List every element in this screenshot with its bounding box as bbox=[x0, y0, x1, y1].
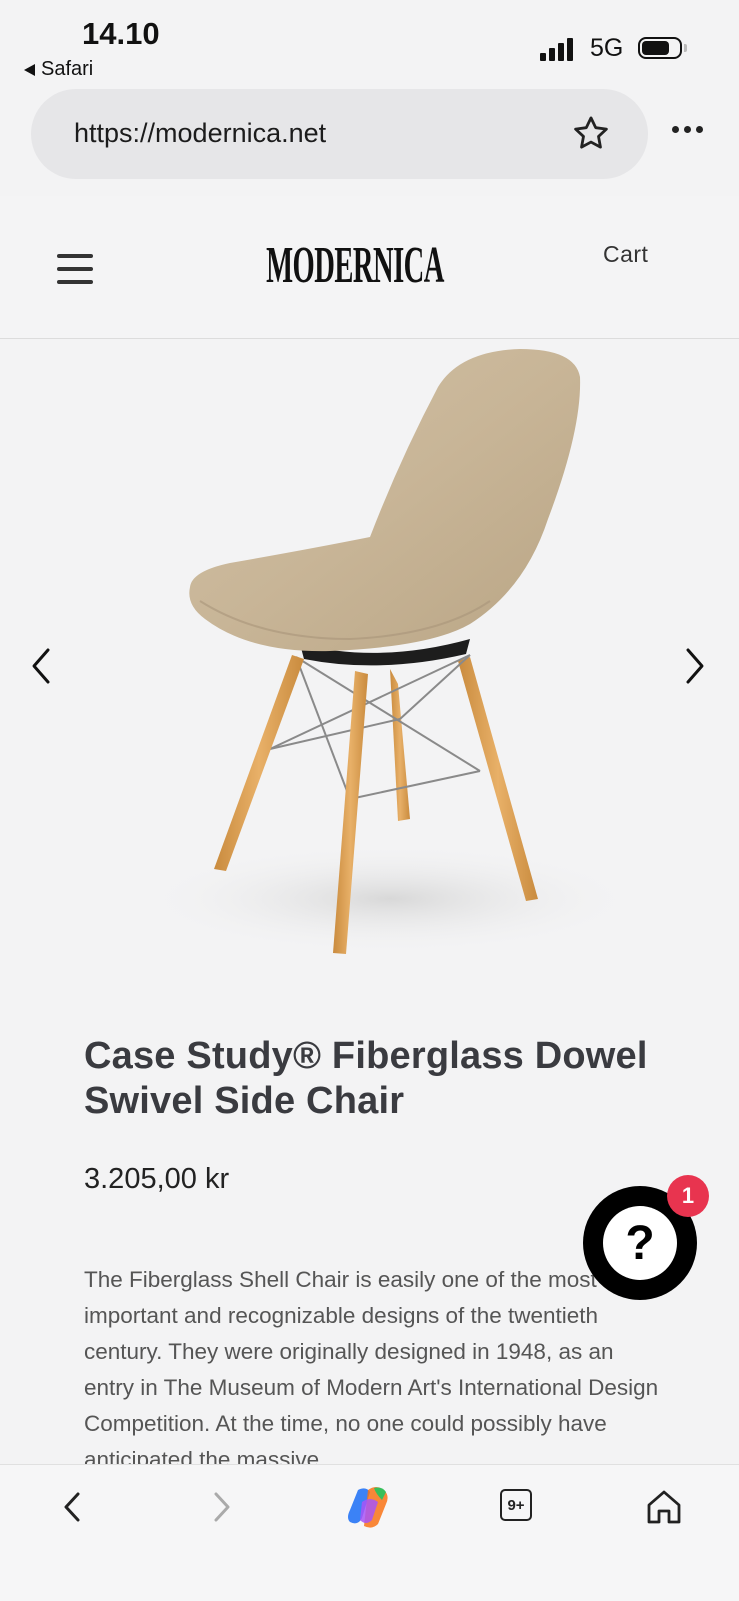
back-triangle-icon bbox=[24, 63, 35, 76]
back-arrow-icon[interactable] bbox=[50, 1484, 96, 1530]
hamburger-menu-icon[interactable] bbox=[57, 254, 93, 284]
signal-icon bbox=[540, 38, 573, 61]
cart-link[interactable]: Cart bbox=[603, 241, 648, 268]
product-title: Case Study® Fiberglass Dowel Swivel Side… bbox=[84, 1035, 648, 1122]
notification-badge: 1 bbox=[667, 1175, 709, 1217]
copilot-icon[interactable] bbox=[344, 1482, 394, 1532]
product-price: 3.205,00 kr bbox=[84, 1163, 230, 1195]
url-text[interactable]: https://modernica.net bbox=[74, 118, 326, 149]
previous-image-arrow-icon[interactable] bbox=[26, 646, 62, 686]
network-label: 5G bbox=[590, 34, 624, 62]
next-image-arrow-icon[interactable] bbox=[680, 646, 716, 686]
bookmark-star-icon[interactable] bbox=[570, 113, 612, 155]
more-options-icon[interactable] bbox=[672, 126, 703, 133]
battery-tip bbox=[684, 44, 687, 52]
site-logo[interactable]: MODERNICA bbox=[266, 222, 444, 308]
product-description: The Fiberglass Shell Chair is easily one… bbox=[84, 1267, 659, 1465]
back-app-label: Safari bbox=[41, 58, 94, 80]
tabs-count-icon[interactable]: 9+ bbox=[500, 1489, 532, 1521]
home-icon[interactable] bbox=[641, 1484, 687, 1530]
battery-icon bbox=[638, 37, 682, 59]
forward-arrow-icon[interactable] bbox=[198, 1484, 244, 1530]
product-image bbox=[140, 349, 640, 954]
help-question-icon[interactable]: ? bbox=[603, 1206, 677, 1280]
status-time: 14.10 bbox=[82, 16, 160, 51]
back-to-app[interactable]: Safari bbox=[24, 58, 93, 81]
